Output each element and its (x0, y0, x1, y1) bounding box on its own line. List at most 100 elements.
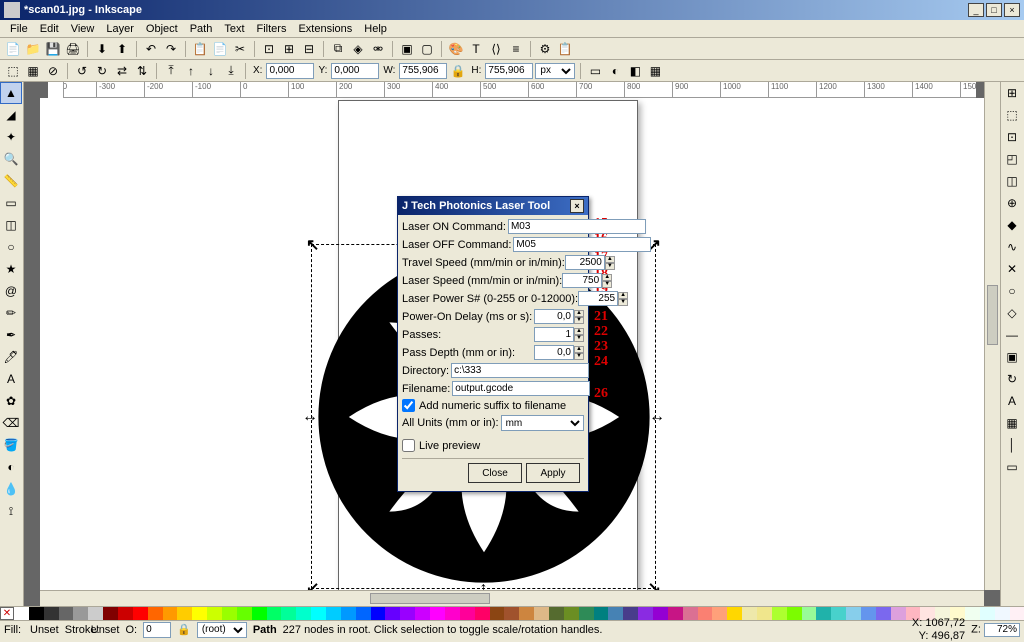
measure-tool-icon[interactable]: 📏 (0, 170, 22, 192)
color-swatch[interactable] (653, 607, 668, 620)
snap-rotation-icon[interactable]: ↻ (1001, 368, 1023, 390)
color-swatch[interactable] (296, 607, 311, 620)
passes-input[interactable] (534, 327, 574, 342)
no-color-swatch[interactable]: ✕ (0, 607, 14, 620)
open-file-icon[interactable]: 📁 (24, 40, 42, 58)
scrollbar-horizontal[interactable] (40, 590, 984, 606)
export-icon[interactable]: ⬆ (113, 40, 131, 58)
color-swatch[interactable] (177, 607, 192, 620)
color-swatch[interactable] (564, 607, 579, 620)
spray-tool-icon[interactable]: ✿ (0, 390, 22, 412)
color-swatch[interactable] (207, 607, 222, 620)
affect-pattern-icon[interactable]: ▦ (646, 62, 664, 80)
filename-input[interactable] (452, 381, 590, 396)
menu-path[interactable]: Path (184, 23, 219, 35)
fill-value[interactable]: Unset (30, 624, 59, 636)
color-swatch[interactable] (445, 607, 460, 620)
travel-speed-spinner[interactable]: ▲▼ (605, 256, 615, 270)
import-icon[interactable]: ⬇ (93, 40, 111, 58)
snap-smooth-icon[interactable]: ○ (1001, 280, 1023, 302)
color-swatch[interactable] (311, 607, 326, 620)
color-swatch[interactable] (371, 607, 386, 620)
dialog-close-icon[interactable]: × (570, 199, 584, 213)
snap-guide-icon[interactable]: │ (1001, 434, 1023, 456)
raise-top-icon[interactable]: ⤒ (162, 62, 180, 80)
menu-edit[interactable]: Edit (34, 23, 65, 35)
group-icon[interactable]: ▣ (398, 40, 416, 58)
lower-icon[interactable]: ↓ (202, 62, 220, 80)
color-swatch[interactable] (876, 607, 891, 620)
color-swatch[interactable] (698, 607, 713, 620)
dialog-apply-button[interactable]: Apply (526, 463, 580, 483)
scrollbar-vertical[interactable] (984, 82, 1000, 590)
color-swatch[interactable] (118, 607, 133, 620)
affect-stroke-icon[interactable]: ▭ (586, 62, 604, 80)
flip-h-icon[interactable]: ⇄ (113, 62, 131, 80)
color-swatch[interactable] (252, 607, 267, 620)
text-icon[interactable]: T (467, 40, 485, 58)
color-swatch[interactable] (594, 607, 609, 620)
prefs-icon[interactable]: ⚙ (536, 40, 554, 58)
select-layer-icon[interactable]: ▦ (24, 62, 42, 80)
pass-depth-input[interactable] (534, 345, 574, 360)
minimize-button[interactable]: _ (968, 3, 984, 17)
eraser-tool-icon[interactable]: ⌫ (0, 412, 22, 434)
rotate-cw-icon[interactable]: ↻ (93, 62, 111, 80)
snap-bbox-icon[interactable]: ⬚ (1001, 104, 1023, 126)
color-swatch[interactable] (579, 607, 594, 620)
color-swatch[interactable] (341, 607, 356, 620)
selector-tool-icon[interactable]: ▲ (0, 82, 22, 104)
maximize-button[interactable]: □ (986, 3, 1002, 17)
selection-handle-ml[interactable]: ↔ (302, 408, 318, 426)
passes-spinner[interactable]: ▲▼ (574, 328, 584, 342)
y-input[interactable] (331, 63, 379, 79)
bucket-tool-icon[interactable]: 🪣 (0, 434, 22, 456)
snap-grid-icon[interactable]: ▦ (1001, 412, 1023, 434)
copy-icon[interactable]: 📋 (191, 40, 209, 58)
xml-icon[interactable]: ⟨⟩ (487, 40, 505, 58)
h-input[interactable] (485, 63, 533, 79)
color-swatch[interactable] (742, 607, 757, 620)
tweak-tool-icon[interactable]: ✦ (0, 126, 22, 148)
color-swatch[interactable] (787, 607, 802, 620)
travel-speed-input[interactable] (565, 255, 605, 270)
doc-prefs-icon[interactable]: 📋 (556, 40, 574, 58)
snap-text-icon[interactable]: A (1001, 390, 1023, 412)
selection-handle-mr[interactable]: ↔ (649, 408, 665, 426)
menu-view[interactable]: View (65, 23, 101, 35)
color-swatch[interactable] (415, 607, 430, 620)
clone-icon[interactable]: ◈ (349, 40, 367, 58)
laser-speed-spinner[interactable]: ▲▼ (602, 274, 612, 288)
snap-page-icon[interactable]: ▭ (1001, 456, 1023, 478)
color-swatch[interactable] (326, 607, 341, 620)
gradient-tool-icon[interactable]: ◐ (0, 456, 22, 478)
color-swatch[interactable] (460, 607, 475, 620)
color-swatch[interactable] (846, 607, 861, 620)
laser-power-input[interactable] (578, 291, 618, 306)
color-swatch[interactable] (103, 607, 118, 620)
deselect-icon[interactable]: ⊘ (44, 62, 62, 80)
3dbox-tool-icon[interactable]: ◫ (0, 214, 22, 236)
x-input[interactable] (266, 63, 314, 79)
dialog-close-button[interactable]: Close (468, 463, 522, 483)
snap-cusp-icon[interactable]: ◇ (1001, 302, 1023, 324)
laser-on-input[interactable] (508, 219, 646, 234)
color-swatch[interactable] (222, 607, 237, 620)
color-swatch[interactable] (534, 607, 549, 620)
zoom-fit-icon[interactable]: ⊡ (260, 40, 278, 58)
color-swatch[interactable] (757, 607, 772, 620)
color-swatch[interactable] (504, 607, 519, 620)
print-icon[interactable]: 🖨 (64, 40, 82, 58)
color-swatch[interactable] (549, 607, 564, 620)
preview-checkbox[interactable] (402, 439, 415, 452)
affect-gradient-icon[interactable]: ◧ (626, 62, 644, 80)
color-swatch[interactable] (192, 607, 207, 620)
snap-midpoint-icon[interactable]: ◫ (1001, 170, 1023, 192)
snap-center-icon[interactable]: ⊕ (1001, 192, 1023, 214)
ellipse-tool-icon[interactable]: ○ (0, 236, 22, 258)
color-swatch[interactable] (668, 607, 683, 620)
unit-select[interactable]: px (535, 63, 575, 79)
color-swatch[interactable] (816, 607, 831, 620)
color-swatch[interactable] (44, 607, 59, 620)
color-swatch[interactable] (683, 607, 698, 620)
